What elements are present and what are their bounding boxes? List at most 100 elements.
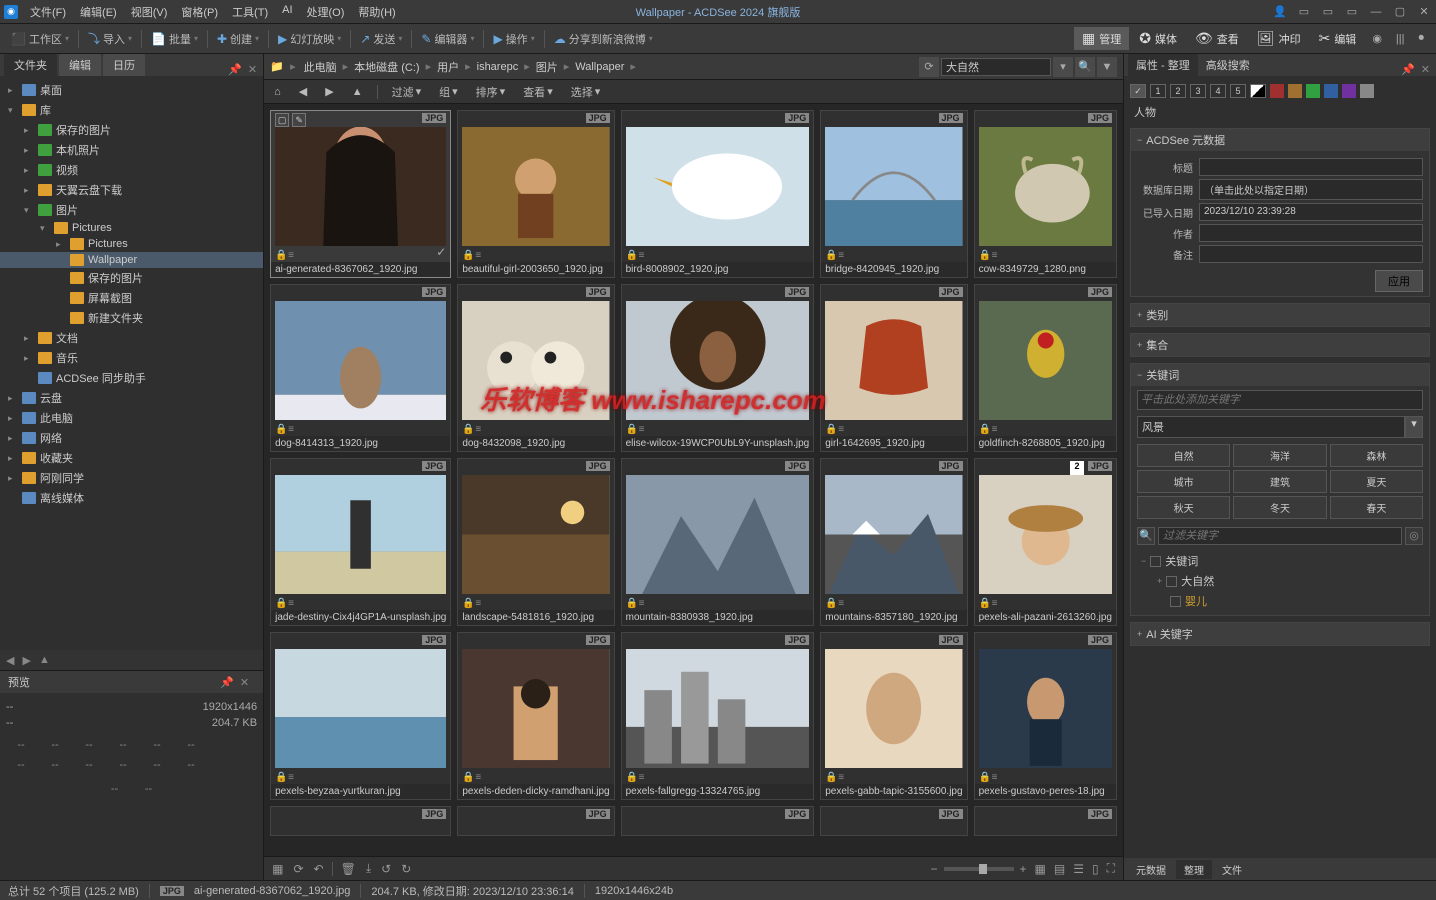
group-button[interactable]: 组 ▾ bbox=[435, 83, 462, 101]
keyword-button[interactable]: 自然 bbox=[1137, 444, 1230, 467]
nav-fwd-icon[interactable]: ▶ bbox=[321, 84, 337, 99]
rating-5[interactable]: 5 bbox=[1230, 84, 1246, 98]
pin-icon[interactable]: 📌 bbox=[220, 676, 234, 689]
menu-item[interactable]: 文件(F) bbox=[24, 2, 72, 22]
tab-advanced-search[interactable]: 高级搜索 bbox=[1198, 54, 1258, 76]
keyword-preset-drop[interactable]: ▾ bbox=[1405, 416, 1423, 438]
thumbnail[interactable]: JPG🔒≡bird-8008902_1920.jpg bbox=[621, 110, 815, 278]
thumbnail[interactable]: JPG🔒≡goldfinch-8268805_1920.jpg bbox=[974, 284, 1117, 452]
menu-item[interactable]: 视图(V) bbox=[125, 2, 174, 22]
toolbar-分享到新浪微博[interactable]: ☁分享到新浪微博▾ bbox=[549, 29, 658, 49]
thumbnail[interactable]: JPG bbox=[621, 806, 815, 836]
kw-tree-root[interactable]: −关键词 bbox=[1141, 551, 1423, 571]
toolbar-发送[interactable]: ↗发送▾ bbox=[355, 29, 407, 49]
kw-search-icon[interactable]: 🔍 bbox=[1137, 527, 1155, 545]
close-panel-icon[interactable]: ✕ bbox=[240, 676, 249, 689]
tree-item[interactable]: ACDSee 同步助手 bbox=[0, 368, 263, 388]
color-purple[interactable] bbox=[1342, 84, 1356, 98]
layout2-icon[interactable]: ▭ bbox=[1320, 5, 1336, 18]
keyword-button[interactable]: 秋天 bbox=[1137, 496, 1230, 519]
left-tab-编辑[interactable]: 编辑 bbox=[59, 54, 101, 76]
tree-item[interactable]: ▸文档 bbox=[0, 328, 263, 348]
thumbnail[interactable]: JPG🔒≡girl-1642695_1920.jpg bbox=[820, 284, 967, 452]
category-section[interactable]: +类别 bbox=[1130, 303, 1430, 327]
refresh-icon[interactable]: ⟳ bbox=[919, 57, 939, 77]
tree-item[interactable]: 屏幕截图 bbox=[0, 288, 263, 308]
thumbnail[interactable]: JPG🔒≡pexels-beyzaa-yurtkuran.jpg bbox=[270, 632, 451, 800]
tree-item[interactable]: ▸此电脑 bbox=[0, 408, 263, 428]
apply-button[interactable]: 应用 bbox=[1375, 270, 1423, 292]
thumbnail[interactable]: JPG🔒≡pexels-deden-dicky-ramdhani.jpg bbox=[457, 632, 614, 800]
breadcrumb-item[interactable]: Wallpaper bbox=[571, 59, 628, 75]
toolbar-操作[interactable]: ▶操作▾ bbox=[488, 29, 539, 49]
download-icon[interactable]: ⤓ bbox=[364, 861, 373, 876]
collection-section[interactable]: +集合 bbox=[1130, 333, 1430, 357]
tree-back-icon[interactable]: ◀ bbox=[6, 654, 14, 667]
thumbnail[interactable]: JPG🔒≡jade-destiny-Cix4j4GP1A-unsplash.jp… bbox=[270, 458, 451, 626]
menu-item[interactable]: 编辑(E) bbox=[74, 2, 123, 22]
toolbar-批量[interactable]: 📄批量▾ bbox=[146, 29, 203, 49]
menu-item[interactable]: 工具(T) bbox=[226, 2, 274, 22]
tree-item[interactable]: ▸本机照片 bbox=[0, 140, 263, 160]
layout-icon[interactable]: ▭ bbox=[1296, 5, 1312, 18]
keyword-input[interactable] bbox=[1137, 390, 1423, 410]
breadcrumb-item[interactable]: isharepc bbox=[473, 59, 523, 75]
view-button[interactable]: 查看 ▾ bbox=[519, 83, 557, 101]
thumbnail[interactable]: JPG🔒≡mountain-8380938_1920.jpg bbox=[621, 458, 815, 626]
filter-funnel-icon[interactable]: ▼ bbox=[1097, 57, 1117, 77]
thumbnail[interactable]: JPG bbox=[457, 806, 614, 836]
keyword-button[interactable]: 建筑 bbox=[1233, 470, 1326, 493]
zoom-out-icon[interactable]: − bbox=[929, 862, 940, 876]
rating-2[interactable]: 2 bbox=[1170, 84, 1186, 98]
extra-icon[interactable]: ◉ bbox=[1366, 32, 1388, 45]
grid-icon[interactable]: ▦ bbox=[270, 862, 285, 876]
tree-item[interactable]: 新建文件夹 bbox=[0, 308, 263, 328]
menu-item[interactable]: 窗格(P) bbox=[175, 2, 224, 22]
mode-管理[interactable]: ▦管理 bbox=[1074, 27, 1129, 50]
toolbar-工作区[interactable]: ⬛工作区▾ bbox=[6, 29, 74, 49]
zoom-slider[interactable] bbox=[944, 867, 1014, 871]
tree-item[interactable]: ▾图片 bbox=[0, 200, 263, 220]
mode-冲印[interactable]: 🖼冲印 bbox=[1249, 27, 1309, 50]
menu-item[interactable]: 帮助(H) bbox=[352, 2, 401, 22]
maximize-icon[interactable]: ▢ bbox=[1392, 5, 1408, 18]
thumbnail[interactable]: JPG🔒≡pexels-fallgregg-13324765.jpg bbox=[621, 632, 815, 800]
rotate-l-icon[interactable]: ↺ bbox=[379, 862, 393, 876]
breadcrumb-item[interactable]: 本地磁盘 (C:) bbox=[350, 57, 423, 77]
menu-item[interactable]: 处理(O) bbox=[301, 2, 351, 22]
folder-icon[interactable]: 📁 bbox=[270, 60, 286, 73]
keyword-button[interactable]: 森林 bbox=[1330, 444, 1423, 467]
left-tab-文件夹[interactable]: 文件夹 bbox=[4, 54, 57, 76]
minimize-icon[interactable]: — bbox=[1368, 6, 1384, 18]
breadcrumb-item[interactable]: 图片 bbox=[532, 57, 562, 77]
view3-icon[interactable]: ☰ bbox=[1071, 862, 1086, 876]
rating-bw[interactable] bbox=[1250, 84, 1266, 98]
rating-check[interactable]: ✓ bbox=[1130, 84, 1146, 98]
mode-媒体[interactable]: ✪媒体 bbox=[1131, 27, 1185, 50]
thumbnail[interactable]: JPG🔒≡dog-8432098_1920.jpg bbox=[457, 284, 614, 452]
thumbnail[interactable]: JPG🔒≡mountains-8357180_1920.jpg bbox=[820, 458, 967, 626]
btab-metadata[interactable]: 元数据 bbox=[1128, 860, 1174, 879]
thumbnail[interactable]: JPG bbox=[820, 806, 967, 836]
mode-查看[interactable]: 👁查看 bbox=[1187, 27, 1247, 50]
kw-filter-input[interactable] bbox=[1158, 527, 1402, 545]
close-icon[interactable]: ✕ bbox=[1416, 5, 1432, 18]
nav-home-icon[interactable]: ⌂ bbox=[270, 85, 285, 99]
search-drop-icon[interactable]: ▾ bbox=[1053, 57, 1073, 77]
kw-target-icon[interactable]: ◎ bbox=[1405, 527, 1423, 545]
rating-1[interactable]: 1 bbox=[1150, 84, 1166, 98]
expand-icon[interactable]: ⛶ bbox=[1105, 861, 1117, 876]
pin-icon[interactable]: 📌 bbox=[1401, 63, 1415, 76]
extra-icon[interactable]: ||| bbox=[1390, 33, 1411, 45]
extra-icon[interactable]: ⏺ bbox=[1413, 32, 1431, 45]
breadcrumb-item[interactable]: 此电脑 bbox=[300, 57, 341, 77]
rating-4[interactable]: 4 bbox=[1210, 84, 1226, 98]
thumbnail[interactable]: JPG🔒≡cow-8349729_1280.png bbox=[974, 110, 1117, 278]
keyword-button[interactable]: 冬天 bbox=[1233, 496, 1326, 519]
trash-icon[interactable]: 🗑 bbox=[339, 862, 358, 876]
kw-tree-item[interactable]: +大自然 bbox=[1157, 571, 1423, 591]
color-red[interactable] bbox=[1270, 84, 1284, 98]
keyword-button[interactable]: 夏天 bbox=[1330, 470, 1423, 493]
breadcrumb-item[interactable]: 用户 bbox=[433, 57, 463, 77]
refresh2-icon[interactable]: ⟳ bbox=[291, 862, 305, 876]
